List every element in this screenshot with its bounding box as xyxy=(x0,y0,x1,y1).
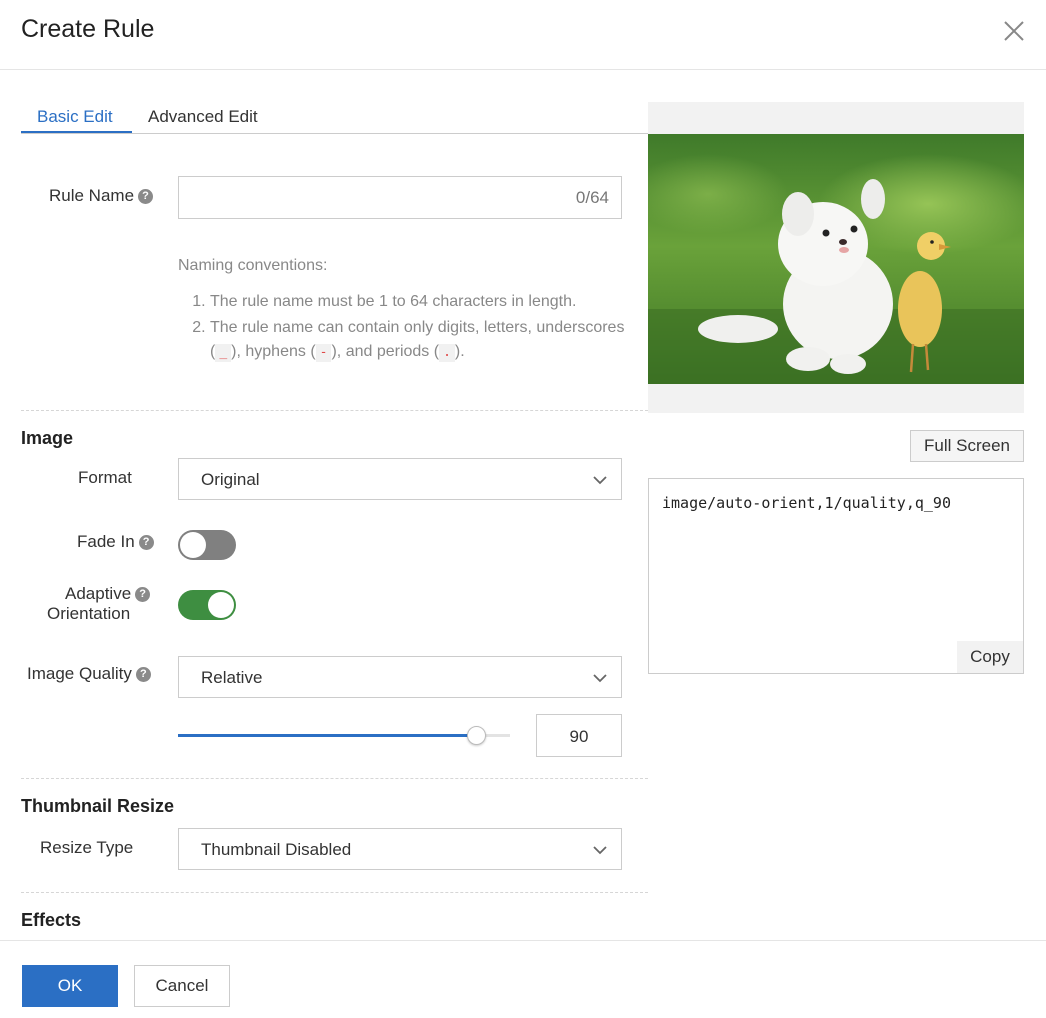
rule-name-counter: 0/64 xyxy=(575,188,609,207)
format-select-value: Original xyxy=(201,470,260,489)
effects-section-title: Effects xyxy=(21,910,82,930)
image-preview-panel xyxy=(648,102,1024,413)
tab-advanced-edit[interactable]: Advanced Edit xyxy=(148,107,258,127)
resize-type-select[interactable]: Thumbnail Disabled xyxy=(178,828,622,870)
preview-image xyxy=(648,134,1024,384)
hint-item-length: The rule name must be 1 to 64 characters… xyxy=(210,290,628,314)
quality-number-input[interactable]: 90 xyxy=(536,714,622,757)
fade-in-label: Fade In? xyxy=(77,532,154,552)
dialog-header: Create Rule xyxy=(0,0,1046,70)
cancel-button[interactable]: Cancel xyxy=(134,965,230,1007)
hyphen-code: - xyxy=(315,344,332,362)
quality-mode-select[interactable]: Relative xyxy=(178,656,622,698)
dialog-footer: OK Cancel xyxy=(0,940,1046,1018)
rule-name-label-text: Rule Name xyxy=(49,186,135,205)
section-divider xyxy=(21,892,648,893)
quality-slider-fill xyxy=(178,734,477,737)
chevron-down-icon xyxy=(593,476,607,485)
chevron-down-icon xyxy=(593,674,607,683)
active-tab-indicator xyxy=(21,131,132,133)
rule-code-text: image/auto-orient,1/quality,q_90 xyxy=(662,494,951,512)
quality-slider-thumb[interactable] xyxy=(467,726,486,745)
quality-mode-value: Relative xyxy=(201,668,263,687)
image-quality-label-text: Image Quality xyxy=(27,664,132,683)
hint-2-mid-1: ), hyphens ( xyxy=(231,343,316,360)
toggle-knob xyxy=(180,532,206,558)
image-quality-label: Image Quality? xyxy=(27,664,151,684)
image-section-title: Image xyxy=(21,428,74,448)
format-label: Format xyxy=(78,468,132,487)
rule-name-label: Rule Name? xyxy=(49,186,154,206)
resize-type-label: Resize Type xyxy=(40,838,134,857)
tab-basic-edit[interactable]: Basic Edit xyxy=(37,107,113,127)
hint-title: Naming conventions: xyxy=(178,257,328,274)
hint-2-mid-2: ), and periods ( xyxy=(331,343,440,360)
help-icon[interactable]: ? xyxy=(138,535,154,551)
thumbnail-section-title: Thumbnail Resize xyxy=(21,796,175,816)
naming-conventions-hint: Naming conventions: The rule name must b… xyxy=(178,254,628,366)
hint-item-characters: The rule name can contain only digits, l… xyxy=(210,316,628,364)
quality-number-value: 90 xyxy=(569,727,589,746)
adaptive-label-line-2: Orientation xyxy=(47,604,131,623)
section-divider xyxy=(21,410,648,411)
close-icon[interactable] xyxy=(1001,18,1027,44)
copy-button[interactable]: Copy xyxy=(957,641,1023,673)
help-icon[interactable]: ? xyxy=(135,587,151,603)
underscore-code: _ xyxy=(215,344,232,362)
fade-in-toggle[interactable] xyxy=(178,530,236,560)
edit-tabs: Basic Edit Advanced Edit xyxy=(21,102,648,134)
help-icon[interactable]: ? xyxy=(138,189,154,205)
help-icon[interactable]: ? xyxy=(135,667,151,683)
adaptive-orientation-toggle[interactable] xyxy=(178,590,236,620)
format-select[interactable]: Original xyxy=(178,458,622,500)
rule-name-input[interactable]: 0/64 xyxy=(178,176,622,219)
hint-list: The rule name must be 1 to 64 characters… xyxy=(178,290,628,364)
chevron-down-icon xyxy=(593,846,607,855)
dialog-title: Create Rule xyxy=(21,15,155,43)
toggle-knob xyxy=(208,592,234,618)
full-screen-button[interactable]: Full Screen xyxy=(910,430,1024,462)
resize-type-value: Thumbnail Disabled xyxy=(201,840,352,859)
adaptive-orientation-label: Adaptive? xyxy=(65,584,151,604)
quality-slider[interactable] xyxy=(178,726,510,745)
hint-2-suffix: ). xyxy=(454,343,465,360)
section-divider xyxy=(21,778,648,779)
adaptive-label-line-1: Adaptive xyxy=(65,584,132,603)
fade-in-label-text: Fade In xyxy=(77,532,135,551)
rule-code-box[interactable]: image/auto-orient,1/quality,q_90 Copy xyxy=(648,478,1024,674)
ok-button[interactable]: OK xyxy=(22,965,118,1007)
period-code: . xyxy=(439,344,455,362)
